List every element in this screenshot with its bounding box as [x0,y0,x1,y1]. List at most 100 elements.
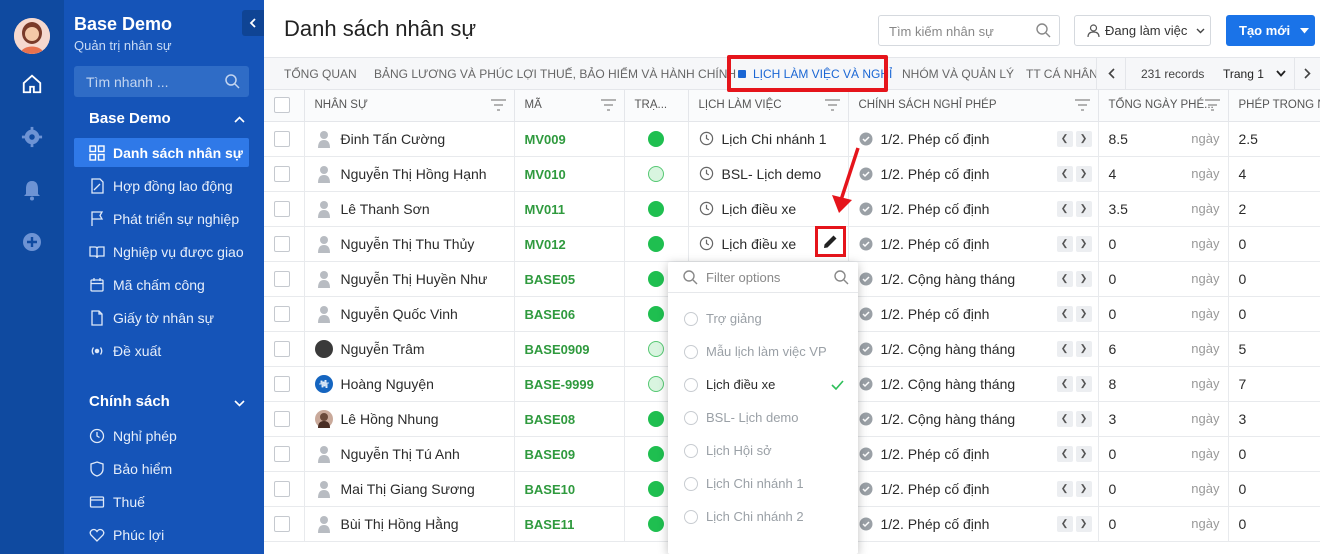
row-checkbox[interactable] [274,516,290,533]
policy-next-button[interactable]: ❯ [1075,165,1092,182]
leave-policy-cell[interactable]: 1/2. Cộng hàng tháng ❮ ❯ [848,261,1099,297]
policy-next-button[interactable]: ❯ [1075,270,1092,287]
tab-payroll-benefits[interactable]: BẢNG LƯƠNG VÀ PHÚC LỢI [374,67,537,81]
policy-next-button[interactable]: ❯ [1075,130,1092,147]
policy-next-button[interactable]: ❯ [1075,375,1092,392]
employee-cell[interactable]: Đinh Tấn Cường [304,121,515,157]
table-row[interactable]: Lê Thanh Sơn MV011 Lịch điều xe 1/2. Phép c… [264,191,1320,227]
leave-policy-cell[interactable]: 1/2. Phép cố định ❮ ❯ [848,156,1099,192]
filter-options-input[interactable]: Filter options [668,262,858,293]
dropdown-option[interactable]: Lịch Hội sở [684,443,844,458]
sidebar-item-documents[interactable]: Giấy tờ nhân sự [74,303,249,332]
policy-prev-button[interactable]: ❮ [1056,410,1073,427]
radio-button[interactable] [684,311,698,326]
row-checkbox[interactable] [274,166,290,183]
sidebar-item-proposals[interactable]: Đề xuất [74,336,249,365]
tab-groups-management[interactable]: NHÓM VÀ QUẢN LÝ [902,67,1014,81]
table-row[interactable]: Nguyễn Thị Thu Thủy MV012 Lịch điều xe 1/2.… [264,225,1320,262]
dropdown-option[interactable]: Lịch Chi nhánh 2 [684,509,844,524]
sidebar-item-insurance[interactable]: Bảo hiểm [74,454,249,483]
column-leave-policy[interactable]: CHÍNH SÁCH NGHỈ PHÉP [848,90,1099,122]
select-all-checkbox[interactable] [274,97,290,114]
employee-cell[interactable]: Nguyễn Quốc Vinh [304,296,515,332]
policy-prev-button[interactable]: ❮ [1056,445,1073,462]
leave-policy-cell[interactable]: 1/2. Cộng hàng tháng ❮ ❯ [848,366,1099,402]
row-checkbox[interactable] [274,411,290,428]
row-checkbox[interactable] [274,131,290,148]
column-schedule[interactable]: LỊCH LÀM VIỆC [688,90,849,122]
radio-button[interactable] [684,377,698,392]
employee-cell[interactable]: Mai Thị Giang Sương [304,471,515,507]
radio-button[interactable] [684,443,698,458]
radio-button[interactable] [684,509,698,524]
employee-cell[interactable]: Hoàng Nguyện [304,366,515,402]
section-policies[interactable]: Chính sách [89,393,170,410]
user-avatar[interactable] [14,18,50,54]
policy-next-button[interactable]: ❯ [1075,445,1092,462]
policy-next-button[interactable]: ❯ [1075,305,1092,322]
row-checkbox[interactable] [274,376,290,393]
row-checkbox[interactable] [274,481,290,498]
policy-prev-button[interactable]: ❮ [1056,235,1073,252]
sidebar-item-leave[interactable]: Nghỉ phép [74,421,249,450]
tab-tax-insurance-admin[interactable]: THUẾ, BẢO HIỂM VÀ HÀNH CHÍNH [540,67,736,81]
leave-policy-cell[interactable]: 1/2. Phép cố định ❮ ❯ [848,191,1099,227]
policy-next-button[interactable]: ❯ [1075,235,1092,252]
sidebar-item-assigned-tasks[interactable]: Nghiệp vụ được giao [74,237,249,266]
leave-policy-cell[interactable]: 1/2. Phép cố định ❮ ❯ [848,121,1099,157]
leave-policy-cell[interactable]: 1/2. Phép cố định ❮ ❯ [848,506,1099,542]
row-checkbox[interactable] [274,271,290,288]
leave-policy-cell[interactable]: 1/2. Phép cố định ❮ ❯ [848,225,1099,262]
employee-status-dropdown[interactable]: Đang làm việc [1074,15,1211,46]
policy-prev-button[interactable]: ❮ [1056,270,1073,287]
prev-page-button[interactable] [1096,58,1126,89]
page-selector[interactable]: Trang 1 [1223,58,1286,89]
employee-cell[interactable]: Bùi Thị Hồng Hằng [304,506,515,542]
sidebar-item-timekeeping-code[interactable]: Mã chấm công [74,270,249,299]
radio-button[interactable] [684,410,698,425]
policy-prev-button[interactable]: ❮ [1056,480,1073,497]
collapse-sidebar-button[interactable] [242,10,264,36]
leave-policy-cell[interactable]: 1/2. Phép cố định ❮ ❯ [848,471,1099,507]
policy-prev-button[interactable]: ❮ [1056,130,1073,147]
settings-icon[interactable] [20,125,44,149]
chevron-down-icon[interactable] [234,400,245,407]
row-checkbox[interactable] [274,236,290,253]
policy-next-button[interactable]: ❯ [1075,200,1092,217]
sidebar-item-contracts[interactable]: Hợp đồng lao động [74,171,249,200]
add-circle-icon[interactable] [20,230,44,254]
policy-prev-button[interactable]: ❮ [1056,305,1073,322]
chevron-up-icon[interactable] [234,116,245,123]
radio-button[interactable] [684,344,698,359]
column-filter-icon[interactable] [1204,99,1220,111]
table-row[interactable]: Nguyễn Thị Hồng Hạnh MV010 BSL- Lịch demo 1… [264,156,1320,192]
sidebar-item-benefits[interactable]: Phúc lợi [74,520,249,549]
leave-policy-cell[interactable]: 1/2. Phép cố định ❮ ❯ [848,436,1099,472]
dropdown-option[interactable]: Lịch điều xe [684,377,844,392]
schedule-cell[interactable]: Lịch Chi nhánh 1 [688,121,849,157]
row-checkbox[interactable] [274,306,290,323]
table-row[interactable]: Đinh Tấn Cường MV009 Lịch Chi nhánh 1 1/2. … [264,121,1320,157]
employee-cell[interactable]: Lê Thanh Sơn [304,191,515,227]
section-base-demo[interactable]: Base Demo [89,110,171,127]
dropdown-option[interactable]: BSL- Lịch demo [684,410,844,425]
employee-cell[interactable]: Nguyễn Thị Hồng Hạnh [304,156,515,192]
policy-prev-button[interactable]: ❮ [1056,165,1073,182]
schedule-cell[interactable]: Lịch điều xe [688,191,849,227]
policy-prev-button[interactable]: ❮ [1056,375,1073,392]
bell-icon[interactable] [20,178,44,202]
sidebar-item-career[interactable]: Phát triển sự nghiệp [74,204,249,233]
home-icon[interactable] [20,72,44,96]
dropdown-option[interactable]: Mẫu lịch làm việc VP [684,344,844,359]
leave-policy-cell[interactable]: 1/2. Cộng hàng tháng ❮ ❯ [848,331,1099,367]
column-status[interactable]: TRẠ... [624,90,689,122]
leave-policy-cell[interactable]: 1/2. Cộng hàng tháng ❮ ❯ [848,401,1099,437]
policy-next-button[interactable]: ❯ [1075,410,1092,427]
employee-cell[interactable]: Nguyễn Trâm [304,331,515,367]
column-filter-icon[interactable] [1074,99,1090,111]
create-new-button[interactable]: Tạo mới [1226,15,1315,46]
employee-cell[interactable]: Nguyễn Thị Huyền Như [304,261,515,297]
column-leave-in-year[interactable]: PHÉP TRONG NĂ [1228,90,1320,122]
leave-policy-cell[interactable]: 1/2. Phép cố định ❮ ❯ [848,296,1099,332]
row-checkbox[interactable] [274,341,290,358]
